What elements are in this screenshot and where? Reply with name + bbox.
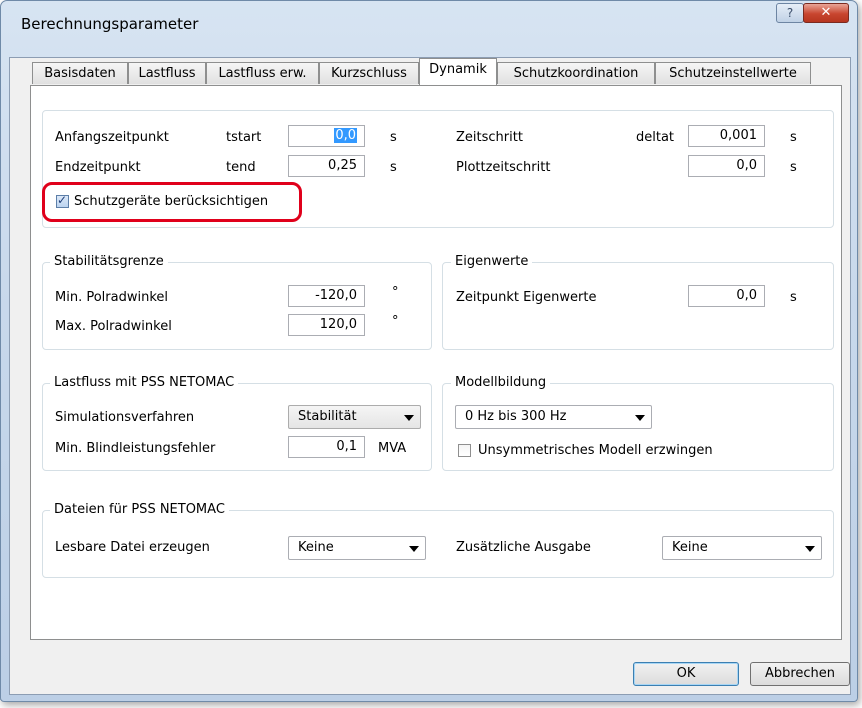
eigenvalues-time-unit: s [790,290,797,305]
eigenvalues-time-label: Zeitpunkt Eigenwerte [456,290,597,305]
tab-schutzeinstellwerte[interactable]: Schutzeinstellwerte [655,62,811,84]
max-rotor-angle-input[interactable]: 120,0 [288,314,365,336]
time-step-label: Zeitschritt [456,130,523,145]
reactive-error-unit: MVA [378,441,407,456]
stability-group-title: Stabilitätsgrenze [50,254,168,269]
reactive-error-label: Min. Blindleistungsfehler [55,441,216,456]
reactive-error-input[interactable]: 0,1 [288,436,365,458]
model-group-title: Modellbildung [451,375,551,390]
simulation-method-label: Simulationsverfahren [55,410,195,425]
simulation-method-value: Stabilität [298,409,357,424]
frequency-range-select[interactable]: 0 Hz bis 300 Hz [455,405,652,429]
plot-step-label: Plottzeitschritt [456,160,551,175]
start-time-label: Anfangszeitpunkt [55,130,169,145]
chevron-down-icon [805,546,815,552]
tab-schutzkoordination[interactable]: Schutzkoordination [497,62,655,84]
start-time-unit: s [390,130,397,145]
max-rotor-angle-unit: ° [392,314,399,329]
stability-group [42,262,432,350]
chevron-down-icon [404,415,414,421]
extra-output-label: Zusätzliche Ausgabe [456,540,591,555]
window-title: Berechnungsparameter [21,15,199,33]
eigenvalues-time-input[interactable]: 0,0 [688,285,765,307]
start-time-input[interactable]: 0,0 [288,125,365,147]
plot-step-input[interactable]: 0,0 [688,155,765,177]
asymmetric-model-checkbox[interactable] [458,444,471,457]
tab-dynamik[interactable]: Dynamik [419,58,497,85]
tab-lastfluss-erw[interactable]: Lastfluss erw. [206,62,319,84]
time-step-input[interactable]: 0,001 [688,125,765,147]
simulation-method-select[interactable]: Stabilität [288,405,421,429]
readable-file-value: Keine [298,540,334,555]
min-rotor-angle-label: Min. Polradwinkel [55,290,168,305]
time-step-symbol: deltat [636,130,675,145]
max-rotor-angle-label: Max. Polradwinkel [55,319,172,334]
tab-kurzschluss[interactable]: Kurzschluss [319,62,419,84]
cancel-button[interactable]: Abbrechen [750,662,850,686]
readable-file-label: Lesbare Datei erzeugen [55,540,210,555]
files-group-title: Dateien für PSS NETOMAC [50,502,229,517]
min-rotor-angle-unit: ° [392,285,399,300]
end-time-label: Endzeitpunkt [55,160,141,175]
min-rotor-angle-input[interactable]: -120,0 [288,285,365,307]
end-time-symbol: tend [226,160,256,175]
asymmetric-model-label: Unsymmetrisches Modell erzwingen [478,443,713,458]
tab-basisdaten[interactable]: Basisdaten [32,62,128,84]
extra-output-select[interactable]: Keine [662,536,822,560]
tab-lastfluss[interactable]: Lastfluss [128,62,206,84]
extra-output-value: Keine [672,540,708,555]
chevron-down-icon [409,546,419,552]
annotation-highlight [42,182,302,222]
eigenvalues-group-title: Eigenwerte [451,254,533,269]
end-time-unit: s [390,160,397,175]
frequency-range-value: 0 Hz bis 300 Hz [465,409,567,424]
close-button[interactable]: ✕ [803,3,849,23]
start-time-symbol: tstart [226,130,262,145]
help-button[interactable]: ? [776,3,804,23]
ok-button[interactable]: OK [633,662,739,686]
time-step-unit: s [790,130,797,145]
loadflow-group-title: Lastfluss mit PSS NETOMAC [50,375,239,390]
start-time-value: 0,0 [334,128,357,143]
eigenvalues-group [442,262,834,350]
readable-file-select[interactable]: Keine [288,536,426,560]
end-time-input[interactable]: 0,25 [288,155,365,177]
plot-step-unit: s [790,160,797,175]
chevron-down-icon [635,415,645,421]
